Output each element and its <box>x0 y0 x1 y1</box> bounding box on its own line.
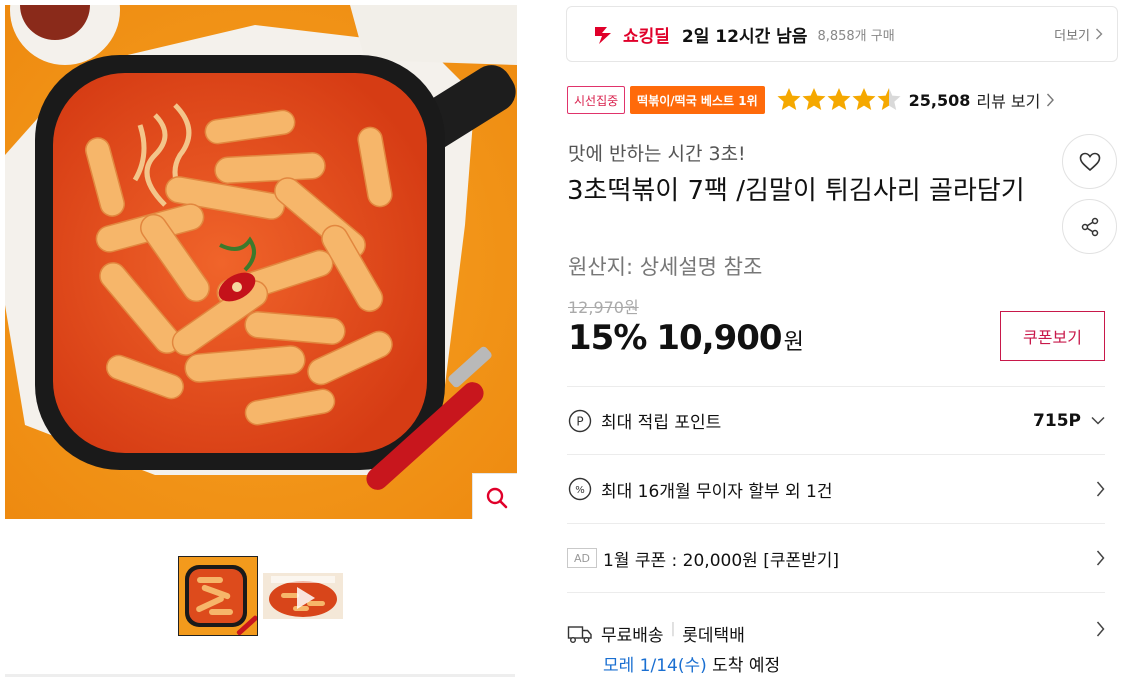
best-badge[interactable]: 떡볶이/떡국 베스트 1위 <box>630 86 765 114</box>
discount-rate: 15% <box>568 318 647 358</box>
review-link[interactable]: 25,508 리뷰 보기 <box>909 88 1056 112</box>
shocking-deal-logo: 쇼킹딜 <box>593 22 670 47</box>
percent-icon: % <box>567 476 593 502</box>
deal-more-link[interactable]: 더보기 <box>1054 25 1103 44</box>
product-origin: 원산지: 상세설명 참조 <box>568 255 763 279</box>
rating-stars <box>777 87 901 113</box>
chevron-down-icon <box>1091 416 1105 425</box>
share-icon <box>1081 217 1098 236</box>
svg-text:P: P <box>576 414 583 428</box>
shipping-free-label: 무료배송 <box>601 626 664 646</box>
review-count: 25,508 <box>908 90 971 110</box>
shipping-chevron-group <box>1096 621 1105 637</box>
share-button[interactable] <box>1062 199 1117 254</box>
eta-date: 모레 1/14(수) <box>603 656 707 676</box>
points-label: 최대 적립 포인트 <box>601 413 722 433</box>
shocking-deal-bar[interactable]: 쇼킹딜 2일 12시간 남음 8,858개 구매 더보기 <box>566 6 1118 62</box>
ad-tag: AD <box>567 548 597 568</box>
lightning-icon <box>595 27 611 44</box>
points-row[interactable]: P 최대 적립 포인트 715P <box>567 386 1105 454</box>
points-value-group: 715P <box>1033 411 1105 431</box>
deal-time-left: 2일 12시간 남음 <box>681 26 808 47</box>
installment-label: 최대 16개월 무이자 할부 외 1건 <box>601 481 833 502</box>
review-label: 리뷰 보기 <box>976 92 1041 111</box>
coupon-view-button[interactable]: 쿠폰보기 <box>1000 311 1105 361</box>
product-subtitle: 맛에 반하는 시간 3초! <box>568 143 746 165</box>
coupon-ad-label: 1월 쿠폰 : 20,000원 [쿠폰받기] <box>603 550 840 571</box>
focus-badge: 시선집중 <box>567 86 626 114</box>
chevron-right-icon <box>1096 28 1103 40</box>
shipping-divider: | <box>670 621 676 637</box>
truck-icon <box>567 621 593 647</box>
zoom-button[interactable] <box>472 473 517 519</box>
product-main-image[interactable] <box>5 5 517 519</box>
product-title: 3초떡볶이 7팩 /김말이 튀김사리 골라담기 <box>567 176 1025 206</box>
coupon-ad-row[interactable]: AD 1월 쿠폰 : 20,000원 [쿠폰받기] <box>567 523 1105 592</box>
shipping-carrier: 롯데택배 <box>682 626 745 646</box>
deal-purchase-count: 8,858개 구매 <box>817 28 895 44</box>
star-rating-icon <box>777 88 901 110</box>
sale-price: 10,900 <box>656 318 782 358</box>
chevron-right-icon <box>1096 550 1105 566</box>
deal-label: 쇼킹딜 <box>623 26 670 47</box>
points-value: 715P <box>1033 410 1081 431</box>
thumbnail-list <box>178 556 343 636</box>
thumb-video[interactable] <box>263 556 343 636</box>
deal-more-label: 더보기 <box>1054 28 1090 44</box>
original-price: 12,970원 <box>568 298 639 317</box>
currency-unit: 원 <box>783 330 804 355</box>
delivery-eta: 모레 1/14(수) 도착 예정 <box>603 651 780 676</box>
wishlist-button[interactable] <box>1062 134 1117 189</box>
chevron-right-icon <box>1096 621 1105 637</box>
badge-row: 시선집중 떡볶이/떡국 베스트 1위 25,508 리뷰 보기 <box>567 86 1055 114</box>
point-icon: P <box>567 408 593 434</box>
svg-text:%: % <box>575 485 585 496</box>
search-icon <box>486 487 508 509</box>
coupon-chevron-group <box>1096 550 1105 566</box>
installment-row[interactable]: % 최대 16개월 무이자 할부 외 1건 <box>567 454 1105 523</box>
thumb-main-photo[interactable] <box>178 556 258 636</box>
chevron-right-icon <box>1047 93 1055 107</box>
heart-icon <box>1079 152 1100 171</box>
eta-suffix: 도착 예정 <box>706 656 781 676</box>
chevron-right-icon <box>1096 481 1105 497</box>
sale-price-row: 15% 10,900 원 <box>568 318 804 358</box>
installment-chevron-group <box>1096 481 1105 497</box>
